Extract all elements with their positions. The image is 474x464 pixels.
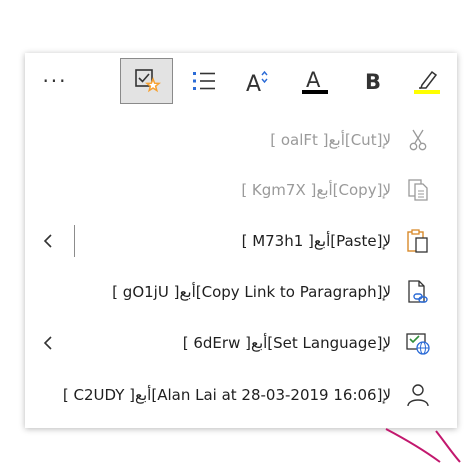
menu-item-label: [ gO1jU ]أبع[Copy Link to Paragraph]لإ xyxy=(112,283,391,301)
menu-item-label: [ 6dErw ]أبع[Set Language]لإ xyxy=(182,334,391,352)
copy-icon xyxy=(403,175,433,205)
link-document-icon xyxy=(403,277,433,307)
context-menu: ··· A A B [oalFt]أبع[Cut]لإ [Kgm7X]أ… xyxy=(25,53,457,428)
font-size-icon: A xyxy=(246,70,268,96)
screen: ··· A A B [oalFt]أبع[Cut]لإ [Kgm7X]أ… xyxy=(0,0,474,464)
split-divider xyxy=(74,225,75,257)
mini-toolbar: ··· A A B xyxy=(25,53,457,110)
menu-item-copy-link-to-paragraph[interactable]: [ gO1jU ]أبع[Copy Link to Paragraph]لإ xyxy=(25,268,457,316)
menu-item-label: [ Kgm7X ]أبع[Copy]لإ xyxy=(241,181,391,199)
svg-text:A: A xyxy=(306,68,321,92)
chevron-left-icon xyxy=(40,331,56,355)
menu-item-cut[interactable]: [ oalFt ]أبع[Cut]لإ xyxy=(25,116,457,164)
checkbox-star-icon xyxy=(134,69,161,93)
person-icon xyxy=(403,380,433,410)
paste-icon xyxy=(403,226,433,256)
ink-stroke xyxy=(385,428,461,463)
bold-icon: B xyxy=(365,70,381,94)
language-globe-icon xyxy=(403,328,433,358)
font-size-button[interactable]: A xyxy=(236,58,280,104)
styles-button[interactable] xyxy=(120,58,173,104)
menu-item-label: [ oalFt ]أبع[Cut]لإ xyxy=(270,131,391,149)
bullet-list-icon xyxy=(193,72,215,90)
more-dots-icon: ··· xyxy=(42,69,68,93)
highlighter-icon xyxy=(414,70,440,94)
highlight-button[interactable] xyxy=(405,58,449,104)
font-color-button[interactable]: A xyxy=(293,58,337,104)
menu-item-label: [ C2UDY ]أبع[Alan Lai at 28-03-2019 16:0… xyxy=(62,386,391,404)
menu-item-paste[interactable]: [ M73h1 ]أبع[Paste]لإ xyxy=(25,217,457,265)
menu-item-author[interactable]: [ C2UDY ]أبع[Alan Lai at 28-03-2019 16:0… xyxy=(25,371,457,419)
font-color-icon: A xyxy=(302,68,328,94)
menu-item-set-language[interactable]: [ 6dErw ]أبع[Set Language]لإ xyxy=(25,319,457,367)
menu-item-label: [ M73h1 ]أبع[Paste]لإ xyxy=(241,232,391,250)
chevron-left-icon xyxy=(40,229,56,253)
menu-item-copy[interactable]: [ Kgm7X ]أبع[Copy]لإ xyxy=(25,166,457,214)
bold-button[interactable]: B xyxy=(351,58,395,104)
svg-text:B: B xyxy=(365,70,381,94)
bullet-list-button[interactable] xyxy=(182,58,226,104)
svg-text:A: A xyxy=(246,72,261,96)
more-options-button[interactable]: ··· xyxy=(33,58,77,104)
scissors-icon xyxy=(403,125,433,155)
